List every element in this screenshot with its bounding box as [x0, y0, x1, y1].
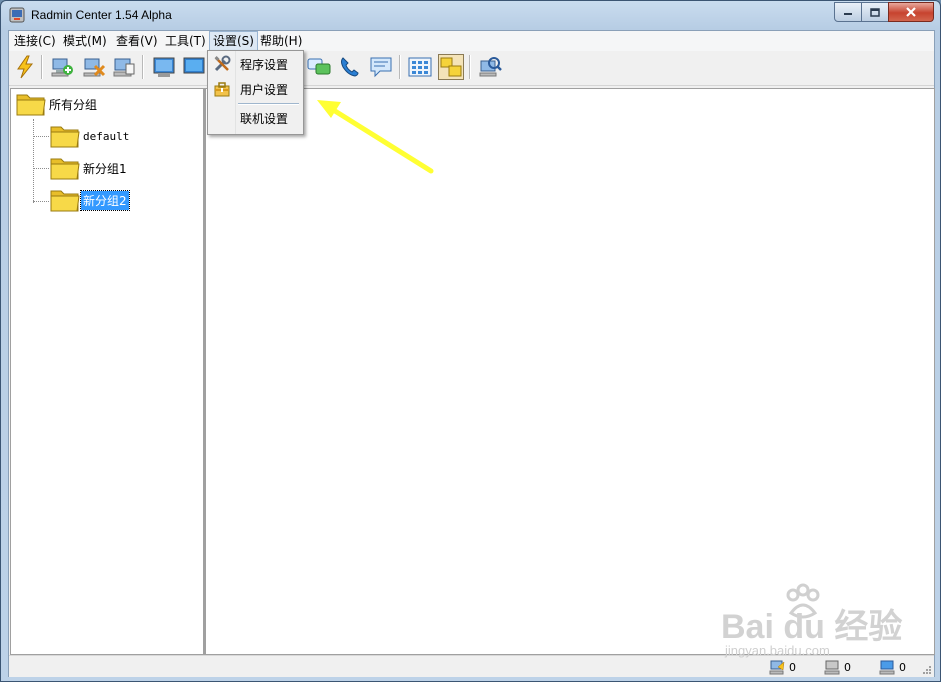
large-icons-view-button[interactable]: [407, 54, 433, 80]
menu-connect[interactable]: 连接(C): [11, 32, 59, 50]
folder-icon: [50, 126, 80, 148]
tools-icon: [214, 55, 231, 72]
tree-item-label: 所有分组: [49, 97, 98, 112]
tree-view-icon: [440, 57, 462, 77]
resize-grip-icon[interactable]: [921, 664, 932, 675]
menu-mode[interactable]: 模式(M): [60, 32, 110, 50]
message-button[interactable]: [368, 54, 394, 80]
maximize-button[interactable]: [861, 2, 889, 22]
message-icon: [370, 57, 392, 78]
view-only-button[interactable]: [181, 54, 207, 80]
computer-properties-icon: [113, 58, 135, 77]
tree-view-button[interactable]: [438, 54, 464, 80]
connected-computers-icon: [769, 660, 785, 675]
tree-connector: [33, 136, 49, 137]
user-toolbox-icon: [214, 82, 230, 97]
toolbar-separator: [41, 55, 43, 79]
maximize-icon: [870, 7, 880, 17]
close-icon: [906, 7, 916, 17]
folder-icon: [50, 190, 80, 212]
status-offline: 0: [824, 659, 851, 675]
tree-item-group1[interactable]: 新分组1: [49, 154, 129, 182]
annotation-arrow: [317, 100, 434, 174]
connect-button[interactable]: [12, 54, 38, 80]
full-control-icon: [153, 57, 175, 77]
toolbar-separator: [399, 55, 401, 79]
connect-lightning-icon: [17, 55, 34, 79]
menu-help[interactable]: 帮助(H): [257, 32, 305, 50]
tree-item-default[interactable]: default: [49, 122, 131, 150]
toolbar-separator: [469, 55, 471, 79]
window-controls: [834, 2, 934, 22]
delete-computer-button[interactable]: [81, 54, 107, 80]
offline-computers-icon: [824, 660, 840, 675]
settings-dropdown-menu: 程序设置 用户设置 联机设置: [207, 50, 304, 135]
menu-item-user-settings[interactable]: 用户设置: [210, 78, 301, 100]
close-button[interactable]: [888, 2, 934, 22]
group-tree[interactable]: 所有分组 default 新分组1 新分组2: [10, 88, 204, 655]
menu-separator: [238, 103, 299, 105]
menu-view[interactable]: 查看(V): [113, 32, 161, 50]
menu-item-online-settings[interactable]: 联机设置: [210, 107, 301, 129]
chat-button[interactable]: [306, 54, 332, 80]
status-count: 0: [789, 660, 796, 674]
window-title: Radmin Center 1.54 Alpha: [31, 8, 172, 22]
status-count: 0: [899, 660, 906, 674]
folder-icon: [50, 158, 80, 180]
menu-item-label: 联机设置: [240, 111, 289, 126]
menu-item-program-settings[interactable]: 程序设置: [210, 53, 301, 75]
toolbar: [9, 51, 934, 86]
toolbar-separator: [142, 55, 144, 79]
scan-network-button[interactable]: [477, 54, 503, 80]
tree-item-label: 新分组1: [83, 161, 127, 176]
menu-item-label: 程序设置: [240, 57, 289, 72]
status-connected: 0: [769, 659, 796, 675]
minimize-icon: [844, 13, 852, 15]
voice-call-button[interactable]: [337, 54, 363, 80]
online-computers-icon: [879, 660, 895, 675]
tree-connector: [33, 119, 34, 203]
computer-properties-button[interactable]: [111, 54, 137, 80]
menu-settings[interactable]: 设置(S): [209, 31, 258, 51]
status-count: 0: [844, 660, 851, 674]
tree-connector: [33, 168, 49, 169]
scan-network-icon: [479, 57, 502, 77]
tree-item-label: default: [83, 129, 130, 143]
client-area: 连接(C) 模式(M) 查看(V) 工具(T) 设置(S) 帮助(H) 所有分组…: [8, 30, 935, 677]
menu-bar: 连接(C) 模式(M) 查看(V) 工具(T) 设置(S) 帮助(H): [9, 31, 934, 51]
title-bar[interactable]: Radmin Center 1.54 Alpha: [1, 1, 940, 29]
menu-item-label: 用户设置: [240, 82, 289, 97]
view-only-icon: [183, 57, 205, 74]
tree-connector: [33, 201, 49, 202]
add-computer-button[interactable]: [49, 54, 75, 80]
full-control-button[interactable]: [151, 54, 177, 80]
tree-item-label-selected: 新分组2: [80, 189, 130, 211]
status-online: 0: [879, 659, 906, 675]
large-icons-view-icon: [408, 57, 432, 77]
folder-icon: [16, 94, 46, 116]
status-bar: 0 0 0: [9, 655, 934, 677]
menu-tools[interactable]: 工具(T): [162, 32, 209, 50]
tree-item-group2[interactable]: 新分组2: [49, 186, 130, 214]
chat-icon: [307, 58, 331, 75]
minimize-button[interactable]: [834, 2, 862, 22]
tree-item-root[interactable]: 所有分组: [15, 90, 99, 118]
app-window: Radmin Center 1.54 Alpha 连接(C) 模式(M) 查看(…: [0, 0, 941, 682]
delete-computer-icon: [83, 58, 106, 77]
voice-call-icon: [341, 57, 359, 77]
add-computer-icon: [51, 58, 73, 77]
radmin-app-icon: [9, 7, 25, 23]
